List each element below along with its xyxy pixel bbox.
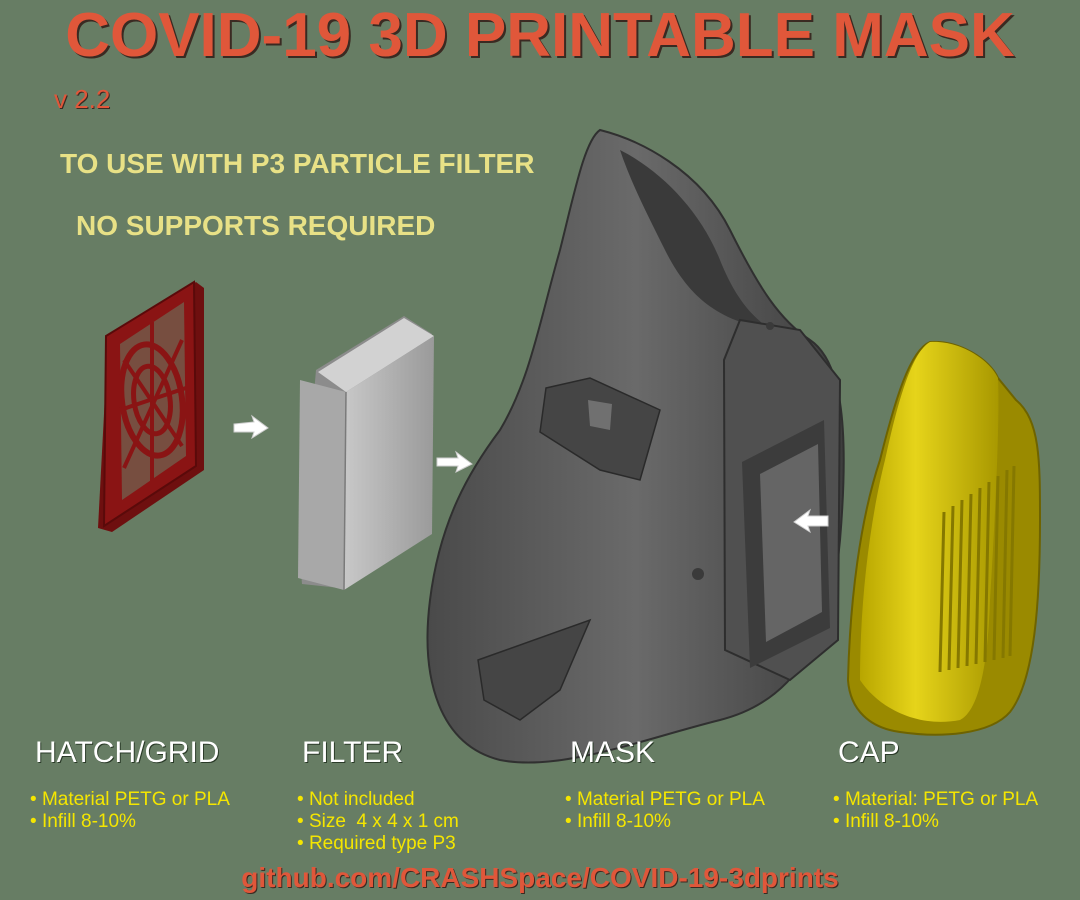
part-label-filter: FILTER [302,736,404,769]
cap-spec-list: Material: PETG or PLA Infill 8-10% [833,789,1038,833]
filter-spec-list: Not included Size 4 x 4 x 1 cm Required … [297,789,459,855]
spec-item: Infill 8-10% [833,811,1038,833]
spec-item: Required type P3 [297,833,459,855]
arrow-hatch-to-filter-icon [233,414,269,440]
arrow-filter-to-mask-icon [436,450,473,473]
spec-item: Size 4 x 4 x 1 cm [297,811,459,833]
spec-item: Material PETG or PLA [30,789,230,811]
spec-item: Not included [297,789,459,811]
cap-part [846,340,1042,736]
mask-part [426,128,845,764]
hatch-grid-part [98,280,204,532]
part-label-cap: CAP [838,736,900,769]
part-label-hatch: HATCH/GRID [35,736,220,769]
spec-item: Infill 8-10% [565,811,765,833]
spec-item: Material PETG or PLA [565,789,765,811]
repository-link[interactable]: github.com/CRASHSpace/COVID-19-3dprints [0,862,1080,894]
spec-item: Infill 8-10% [30,811,230,833]
filter-part [298,316,434,591]
hatch-spec-list: Material PETG or PLA Infill 8-10% [30,789,230,833]
part-label-mask: MASK [570,736,656,769]
spec-item: Material: PETG or PLA [833,789,1038,811]
mask-spec-list: Material PETG or PLA Infill 8-10% [565,789,765,833]
